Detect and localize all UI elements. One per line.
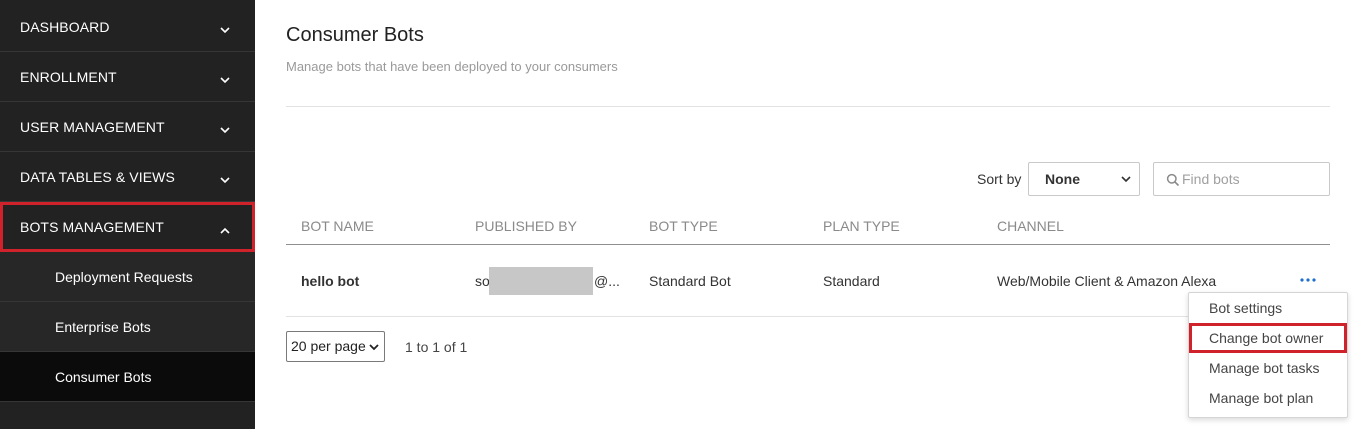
redacted-block [489, 267, 593, 295]
cell-bot-name: hello bot [301, 273, 360, 289]
column-header-channel[interactable]: CHANNEL [997, 218, 1064, 234]
page-title: Consumer Bots [286, 24, 424, 46]
menu-item-bot-settings[interactable]: Bot settings [1189, 293, 1347, 323]
chevron-up-icon [220, 227, 230, 234]
sidebar-item-label: DATA TABLES & VIEWS [20, 169, 175, 185]
page-subtitle: Manage bots that have been deployed to y… [286, 59, 618, 74]
cell-published-by-prefix: so [475, 273, 490, 289]
menu-item-manage-bot-plan[interactable]: Manage bot plan [1189, 383, 1347, 413]
sidebar-subitem-label: Consumer Bots [55, 369, 152, 385]
header-divider [286, 106, 1330, 107]
sort-select-value: None [1045, 171, 1080, 187]
pagination-range: 1 to 1 of 1 [405, 339, 468, 355]
column-header-bot-name[interactable]: BOT NAME [301, 218, 374, 234]
row-action-menu: Bot settings Change bot owner Manage bot… [1188, 292, 1348, 418]
sidebar-item-data-tables-views[interactable]: DATA TABLES & VIEWS [0, 152, 255, 202]
sidebar-subitem-label: Deployment Requests [55, 269, 193, 285]
sidebar-item-enrollment[interactable]: ENROLLMENT [0, 52, 255, 102]
table-header-divider [286, 244, 1330, 245]
sidebar: DASHBOARD ENROLLMENT USER MANAGEMENT DAT… [0, 0, 255, 429]
chevron-down-icon [220, 77, 230, 84]
sidebar-item-label: DASHBOARD [20, 19, 110, 35]
column-header-published-by[interactable]: PUBLISHED BY [475, 218, 577, 234]
chevron-down-icon [220, 177, 230, 184]
cell-channel: Web/Mobile Client & Amazon Alexa [997, 273, 1217, 289]
sidebar-item-label: USER MANAGEMENT [20, 119, 165, 135]
sidebar-subitem-consumer-bots[interactable]: Consumer Bots [0, 352, 255, 402]
sidebar-item-label: ENROLLMENT [20, 69, 117, 85]
sidebar-item-user-management[interactable]: USER MANAGEMENT [0, 102, 255, 152]
chevron-down-icon [220, 27, 230, 34]
per-page-select[interactable]: 20 per page [286, 331, 385, 362]
more-horizontal-icon[interactable] [1298, 272, 1318, 288]
row-divider [286, 316, 1330, 317]
sidebar-item-bots-management[interactable]: BOTS MANAGEMENT [0, 202, 255, 252]
sidebar-item-label: BOTS MANAGEMENT [20, 219, 164, 235]
chevron-down-icon [1121, 176, 1131, 183]
cell-published-by-suffix: @... [594, 273, 620, 289]
cell-plan-type: Standard [823, 273, 880, 289]
menu-item-change-bot-owner[interactable]: Change bot owner [1189, 323, 1347, 353]
sidebar-subitem-deployment-requests[interactable]: Deployment Requests [0, 252, 255, 302]
chevron-down-icon [369, 344, 379, 351]
search-input[interactable] [1182, 168, 1322, 190]
chevron-down-icon [220, 127, 230, 134]
column-header-plan-type[interactable]: PLAN TYPE [823, 218, 900, 234]
column-header-bot-type[interactable]: BOT TYPE [649, 218, 718, 234]
sort-label: Sort by [977, 171, 1022, 187]
search-box[interactable] [1153, 162, 1330, 196]
sidebar-subitem-enterprise-bots[interactable]: Enterprise Bots [0, 302, 255, 352]
sidebar-subitem-label: Enterprise Bots [55, 319, 151, 335]
cell-bot-type: Standard Bot [649, 273, 731, 289]
per-page-value: 20 per page [291, 338, 366, 354]
sidebar-item-dashboard[interactable]: DASHBOARD [0, 2, 255, 52]
sort-select[interactable]: None [1028, 162, 1140, 196]
menu-item-manage-bot-tasks[interactable]: Manage bot tasks [1189, 353, 1347, 383]
search-icon [1166, 173, 1180, 187]
